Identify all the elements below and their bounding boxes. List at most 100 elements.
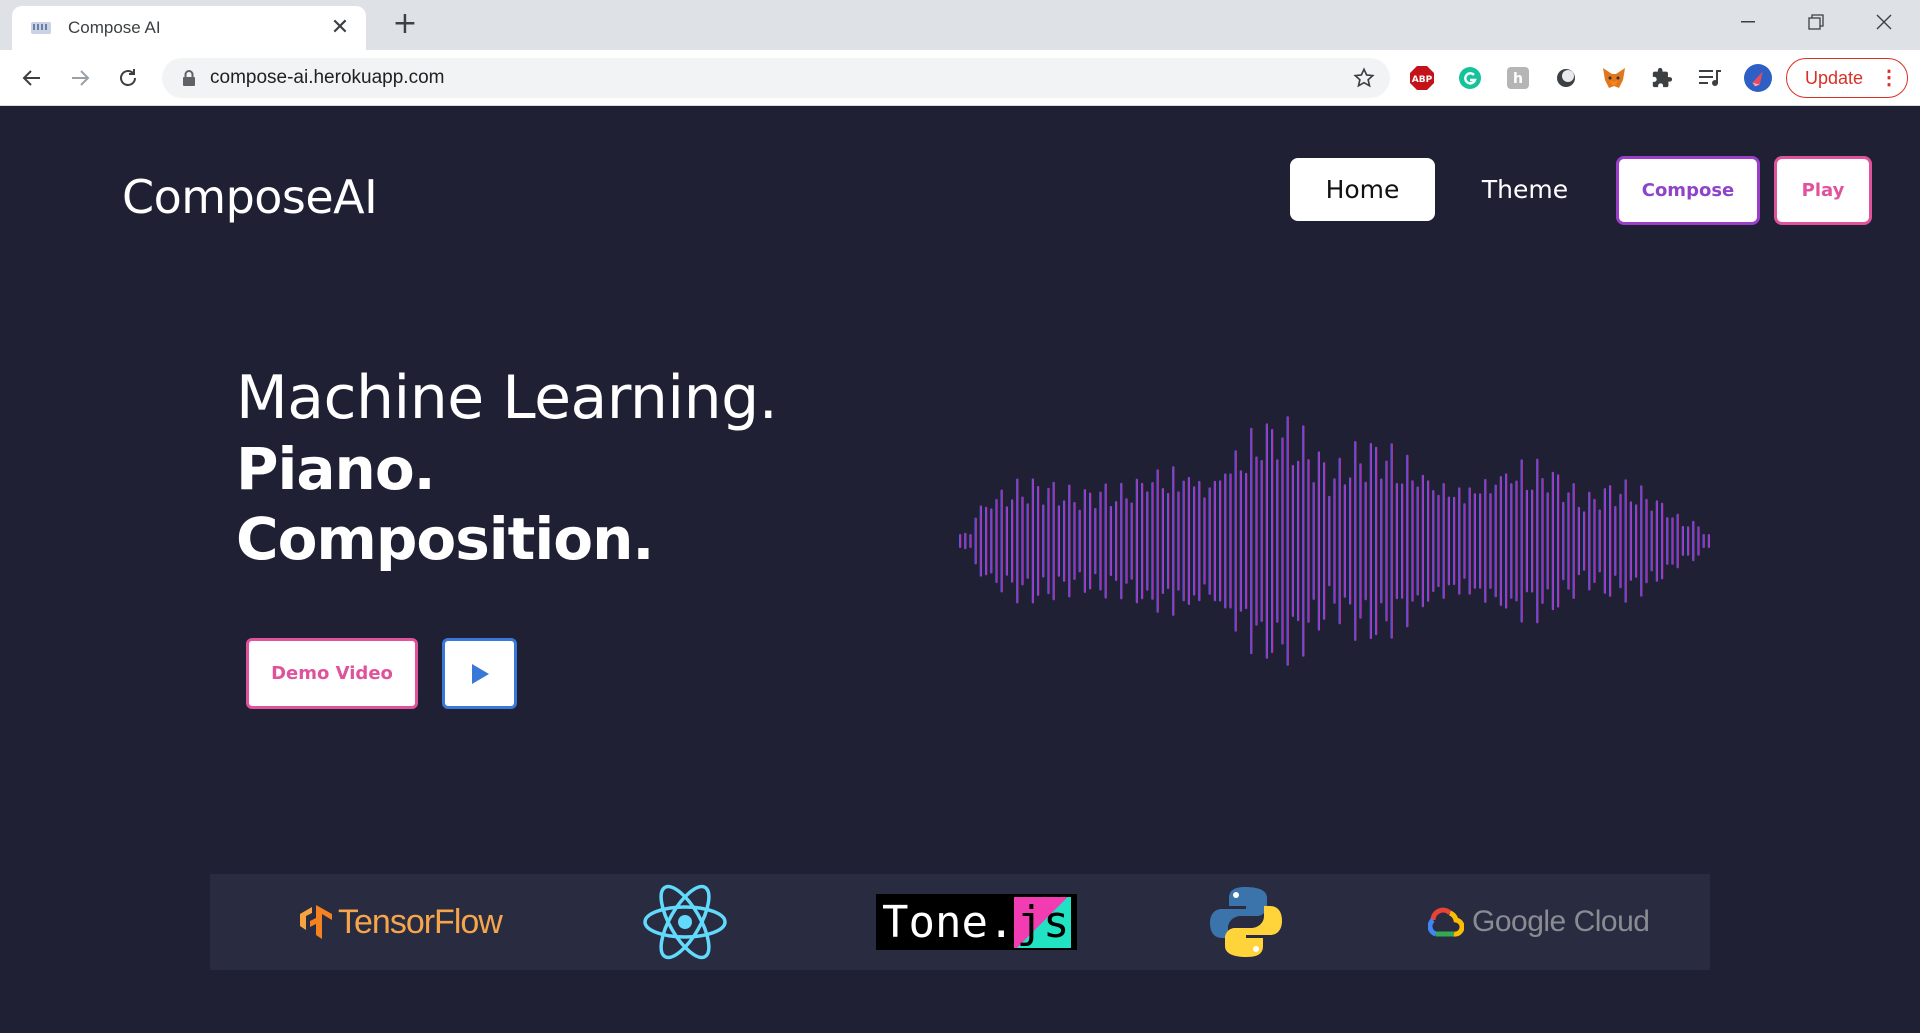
wave-bar [1505, 473, 1508, 609]
wave-bar [1598, 509, 1601, 573]
wave-bar [1156, 469, 1159, 613]
dark-reader-icon[interactable] [1552, 64, 1580, 92]
google-cloud-wordmark: Google Cloud [1472, 905, 1650, 938]
wave-bar [1203, 497, 1206, 585]
hero-heading: Machine Learning. Piano. Composition. [236, 362, 778, 574]
adblock-icon[interactable]: ABP [1408, 64, 1436, 92]
metamask-icon[interactable] [1600, 64, 1628, 92]
wave-bar [990, 508, 993, 574]
hero-line-2: Piano. [236, 435, 436, 503]
wave-bar [1104, 483, 1107, 599]
wave-bar [969, 534, 972, 548]
wave-bar [1588, 491, 1591, 591]
nav-play-button[interactable]: Play [1774, 156, 1872, 225]
wave-bar [1583, 511, 1586, 571]
wave-bar [1458, 487, 1461, 595]
tonejs-logo: Tone. js [876, 874, 1078, 970]
wave-bar [1005, 506, 1008, 576]
demo-video-button[interactable]: Demo Video [246, 638, 418, 709]
wave-bar [1219, 480, 1222, 602]
tonejs-js-badge: js [1014, 896, 1072, 948]
wave-bar [1692, 520, 1695, 562]
wave-bar [1208, 487, 1211, 595]
wave-bar [1229, 473, 1232, 609]
wave-bar [1135, 478, 1138, 604]
wave-bar [1557, 474, 1560, 608]
grammarly-icon[interactable] [1456, 64, 1484, 92]
wave-bar [1047, 487, 1050, 595]
wave-bar [1421, 474, 1424, 608]
nav-compose-button[interactable]: Compose [1616, 156, 1760, 225]
wave-bar [985, 506, 988, 576]
wave-bar [1021, 496, 1024, 586]
reload-icon[interactable] [110, 60, 146, 96]
wave-bar [1437, 494, 1440, 588]
wave-bar [1250, 427, 1253, 655]
wave-bar [1432, 490, 1435, 593]
wave-bar [1161, 487, 1164, 595]
wave-bar [1115, 501, 1118, 581]
wave-bar [1239, 470, 1242, 612]
close-tab-icon[interactable]: ✕ [328, 17, 352, 39]
extensions-puzzle-icon[interactable] [1648, 64, 1676, 92]
close-window-icon[interactable] [1852, 0, 1916, 44]
new-tab-icon[interactable]: + [390, 9, 420, 40]
wave-bar [1089, 492, 1092, 590]
wave-bar [1401, 483, 1404, 599]
wave-bar [1338, 457, 1341, 625]
media-controls-icon[interactable] [1696, 64, 1724, 92]
wave-bar [1307, 459, 1310, 623]
wave-bar [1130, 502, 1133, 580]
lock-icon [182, 70, 198, 86]
browser-toolbar: compose-ai.herokuapp.com ABP h Update ⋮ [0, 50, 1920, 106]
wave-bar [1271, 428, 1274, 654]
wave-bar [1551, 471, 1554, 611]
tensorflow-logo: TensorFlow [298, 874, 503, 970]
wave-bar [1073, 501, 1076, 580]
wave-bar [1187, 476, 1190, 606]
more-menu-icon[interactable]: ⋮ [1879, 68, 1899, 88]
wave-bar [1198, 480, 1201, 602]
wave-bar [1577, 506, 1580, 576]
wave-bar [1302, 425, 1305, 657]
bookmark-star-icon[interactable] [1350, 67, 1378, 89]
wave-bar [1681, 525, 1684, 556]
brand-logo[interactable]: ComposeAI [122, 170, 378, 224]
wave-bar [1442, 483, 1445, 599]
back-icon[interactable] [14, 60, 50, 96]
wave-bar [1037, 485, 1040, 596]
wave-bar [1068, 484, 1071, 598]
browser-tab[interactable]: Compose AI ✕ [12, 6, 366, 50]
wave-bar [1094, 507, 1097, 575]
wave-bar [1359, 463, 1362, 619]
wave-bar [1286, 416, 1289, 666]
restore-icon[interactable] [1784, 0, 1848, 44]
wave-bar [1484, 478, 1487, 603]
minimize-icon[interactable] [1716, 0, 1780, 44]
nav-theme-button[interactable]: Theme [1450, 158, 1600, 221]
play-video-button[interactable] [442, 638, 517, 709]
wave-bar [1635, 504, 1638, 578]
wave-bar [1151, 482, 1154, 600]
wave-bar [1109, 505, 1112, 577]
wave-bar [1463, 503, 1466, 579]
wave-bar [964, 532, 967, 550]
update-button[interactable]: Update ⋮ [1786, 58, 1908, 98]
wave-bar [1333, 478, 1336, 604]
tab-title: Compose AI [68, 18, 161, 37]
wave-bar [1385, 460, 1388, 622]
forward-icon[interactable] [62, 60, 98, 96]
wave-bar [1676, 513, 1679, 569]
wave-bar [1395, 482, 1398, 600]
nav-home-button[interactable]: Home [1290, 158, 1435, 221]
honey-icon[interactable]: h [1504, 64, 1532, 92]
wave-bar [1343, 484, 1346, 598]
wave-bar [1234, 450, 1237, 632]
address-bar[interactable]: compose-ai.herokuapp.com [162, 58, 1390, 98]
hero-line-1: Machine Learning. [236, 363, 778, 433]
react-logo [642, 874, 728, 970]
wave-bar [1702, 534, 1705, 548]
wave-bar [1177, 491, 1180, 591]
wave-bar [1172, 466, 1175, 616]
profile-avatar-icon[interactable] [1744, 64, 1772, 92]
